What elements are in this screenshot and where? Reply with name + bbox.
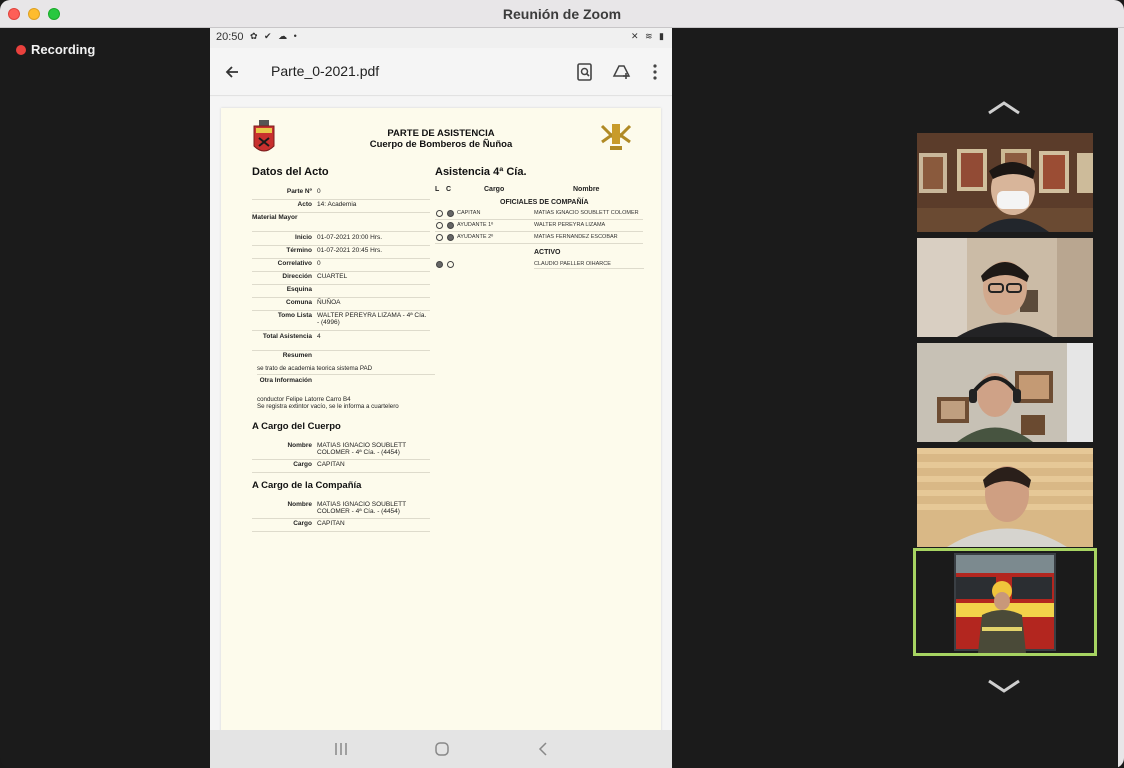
pdf-header-line-2: Cuerpo de Bomberos de Ñuñoa <box>369 139 513 150</box>
home-icon[interactable] <box>432 740 452 758</box>
notification-icons: ✿ ✔ ☁ • <box>250 31 299 41</box>
pdf-app-bar: Parte_0-2021.pdf <box>210 48 672 96</box>
field-total-asistencia: Total Asistencia 4 <box>252 333 430 351</box>
field-acto: Acto 14: Academia <box>252 201 430 213</box>
check-c <box>447 234 454 241</box>
window-title: Reunión de Zoom <box>502 6 622 22</box>
table-row: CAPITAN MATIAS IGNACIO SOUBLETT COLOMER <box>435 208 643 220</box>
recording-indicator[interactable]: Recording <box>16 42 95 57</box>
participant-tile[interactable] <box>917 343 1093 442</box>
check-l <box>436 261 443 268</box>
participant-tile[interactable] <box>917 448 1093 547</box>
field-termino: Término 01-07-2021 20:45 Hrs. <box>252 247 430 259</box>
field-esquina: Esquina <box>252 286 430 298</box>
check-l <box>436 222 443 229</box>
android-nav-bar <box>210 730 672 768</box>
status-time: 20:50 <box>216 31 244 43</box>
scroll-up-chevron-icon[interactable] <box>986 100 1022 116</box>
participant-tile[interactable] <box>917 133 1093 232</box>
pdf-viewer[interactable]: PARTE DE ASISTENCIA Cuerpo de Bomberos d… <box>210 97 672 768</box>
recording-dot-icon <box>16 44 26 55</box>
field-material-mayor: Material Mayor <box>252 214 430 232</box>
phone-status-bar: 20:50 ✿ ✔ ☁ • ✕ ≋ ▮ <box>210 28 672 48</box>
field-tomo-lista: Tomo Lista WALTER PEREYRA LIZAMA - 4ª Cía… <box>252 312 430 331</box>
recording-label: Recording <box>31 42 96 57</box>
window-edge <box>1118 28 1124 768</box>
add-to-drive-icon[interactable] <box>611 61 633 83</box>
pdf-header-title: PARTE DE ASISTENCIA Cuerpo de Bomberos d… <box>341 128 541 150</box>
check-c <box>447 261 454 268</box>
column-nombre: Nombre <box>573 186 600 193</box>
section-title-compania: A Cargo de la Compañía <box>252 480 362 491</box>
column-c: C <box>446 186 452 193</box>
shared-screen[interactable]: 20:50 ✿ ✔ ☁ • ✕ ≋ ▮ Parte_0-2021.pdf PAR… <box>210 28 672 768</box>
group-oficiales: OFICIALES DE COMPAÑÍA <box>500 199 589 206</box>
check-c <box>447 222 454 229</box>
section-title-asistencia: Asistencia 4ª Cía. <box>435 166 527 178</box>
nav-back-icon[interactable] <box>534 740 554 758</box>
check-l <box>436 234 443 241</box>
field-compania-cargo: Cargo CAPITAN <box>252 520 430 532</box>
company-crest-logo <box>251 120 277 161</box>
group-activo: ACTIVO <box>534 249 561 256</box>
document-filename: Parte_0-2021.pdf <box>271 63 380 79</box>
section-title-cuerpo: A Cargo del Cuerpo <box>252 421 341 432</box>
check-l <box>436 210 443 217</box>
table-row: CLAUDIO PAELLER OIHARCE <box>435 259 644 271</box>
otra-informacion-line-1: conductor Felipe Latorre Carro B4 <box>257 396 351 403</box>
zoom-window: Reunión de Zoom Recording 20:50 ✿ ✔ ☁ • … <box>0 0 1124 768</box>
recent-apps-icon[interactable] <box>331 740 351 758</box>
column-l: L <box>435 186 440 193</box>
more-options-icon[interactable] <box>644 61 666 83</box>
system-status-icons: ✕ ≋ ▮ <box>630 31 666 41</box>
field-resumen: Resumen <box>282 352 312 359</box>
otra-informacion-line-2: Se registra extintor vacío, se le inform… <box>257 403 399 410</box>
title-bar: Reunión de Zoom <box>0 0 1124 28</box>
scroll-down-chevron-icon[interactable] <box>986 678 1022 694</box>
active-speaker-tile[interactable] <box>913 548 1097 656</box>
check-c <box>447 210 454 217</box>
field-parte: Parte Nº 0 <box>252 188 430 200</box>
table-row: AYUDANTE 2º MATIAS FERNANDEZ ESCOBAR <box>435 232 643 244</box>
field-compania-nombre: Nombre MATIAS IGNACIO SOUBLETT COLOMER - … <box>252 501 430 519</box>
field-otra-informacion: Otra Información <box>259 377 312 384</box>
pdf-header-line-1: PARTE DE ASISTENCIA <box>387 128 495 139</box>
field-direccion: Dirección CUARTEL <box>252 273 430 285</box>
pdf-page: PARTE DE ASISTENCIA Cuerpo de Bomberos d… <box>221 108 661 733</box>
field-cuerpo-cargo: Cargo CAPITAN <box>252 461 430 473</box>
fire-department-logo <box>598 120 634 161</box>
field-cuerpo-nombre: Nombre MATIAS IGNACIO SOUBLETT COLOMER - … <box>252 442 430 460</box>
back-arrow-icon[interactable] <box>222 62 242 82</box>
table-row: AYUDANTE 1º WALTER PEREYRA LIZAMA <box>435 220 643 232</box>
field-inicio: Inicio 01-07-2021 20:00 Hrs. <box>252 234 430 246</box>
column-cargo: Cargo <box>484 186 505 193</box>
participant-tile[interactable] <box>917 238 1093 337</box>
find-in-document-icon[interactable] <box>574 61 596 83</box>
resumen-text: se trato de academia teorica sistema PAD <box>257 365 435 375</box>
field-correlativo: Correlativo 0 <box>252 260 430 272</box>
field-comuna: Comuna ÑUÑOA <box>252 299 430 311</box>
section-title-datos: Datos del Acto <box>252 166 329 178</box>
